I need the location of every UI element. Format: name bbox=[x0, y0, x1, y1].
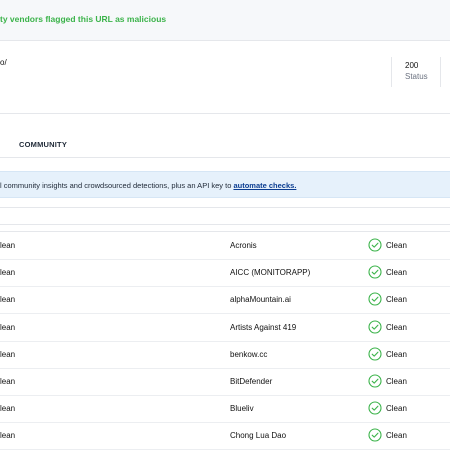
vendor-name: Blueliv bbox=[230, 404, 254, 414]
left-detection-result: lean bbox=[0, 322, 16, 332]
automate-checks-link[interactable]: automate checks. bbox=[233, 181, 296, 190]
info-text-body: l community insights and crowdsourced de… bbox=[0, 181, 234, 190]
vendor-detection-result: Clean bbox=[386, 349, 407, 359]
table-row: lean Chong Lua Dao Clean bbox=[0, 422, 450, 450]
check-circle-icon bbox=[368, 320, 382, 334]
left-detection-result: lean bbox=[0, 295, 16, 305]
vendor-name: AICC (MONITORAPP) bbox=[230, 268, 311, 278]
status-label: Status bbox=[405, 72, 428, 81]
table-row: lean AICC (MONITORAPP) Clean bbox=[0, 259, 450, 288]
vendor-name: Artists Against 419 bbox=[230, 322, 297, 332]
detection-banner: ty vendors flagged this URL as malicious bbox=[0, 0, 450, 41]
status-box: 200 Status bbox=[391, 57, 441, 87]
check-circle-icon bbox=[368, 428, 382, 442]
divider bbox=[0, 157, 450, 158]
status-code: 200 bbox=[405, 61, 419, 70]
scanned-url: o/ bbox=[0, 58, 7, 67]
divider bbox=[0, 113, 450, 114]
table-row: lean Artists Against 419 Clean bbox=[0, 314, 450, 342]
vendor-name: Acronis bbox=[230, 241, 257, 250]
vendor-name: BitDefender bbox=[230, 377, 273, 386]
table-row: lean BitDefender Clean bbox=[0, 368, 450, 396]
check-circle-icon bbox=[368, 347, 382, 361]
vendor-detection-result: Clean bbox=[386, 377, 407, 386]
detection-banner-text: ty vendors flagged this URL as malicious bbox=[0, 14, 167, 24]
left-detection-result: lean bbox=[0, 349, 16, 359]
check-circle-icon bbox=[368, 238, 382, 252]
vendor-name: Chong Lua Dao bbox=[230, 431, 287, 441]
table-row: lean alphaMountain.ai Clean bbox=[0, 286, 450, 315]
vendor-name: benkow.cc bbox=[230, 349, 268, 359]
vendor-name: alphaMountain.ai bbox=[230, 295, 291, 305]
table-row: lean Blueliv Clean bbox=[0, 395, 450, 424]
vendor-detection-result: Clean bbox=[386, 268, 407, 278]
left-detection-result: lean bbox=[0, 404, 16, 414]
table-row: lean Acronis Clean bbox=[0, 232, 450, 260]
info-bar: l community insights and crowdsourced de… bbox=[0, 171, 450, 198]
table-row: lean benkow.cc Clean bbox=[0, 341, 450, 369]
info-text: l community insights and crowdsourced de… bbox=[0, 181, 296, 190]
left-detection-result: lean bbox=[0, 431, 16, 441]
divider bbox=[0, 207, 450, 208]
left-detection-result: lean bbox=[0, 241, 16, 250]
check-circle-icon bbox=[368, 265, 382, 279]
left-detection-result: lean bbox=[0, 268, 16, 278]
left-detection-result: lean bbox=[0, 377, 16, 386]
check-circle-icon bbox=[368, 292, 382, 306]
vendor-detection-result: Clean bbox=[386, 404, 407, 414]
divider bbox=[0, 224, 450, 225]
vendor-detection-result: Clean bbox=[386, 431, 407, 441]
vendor-detection-result: Clean bbox=[386, 295, 407, 305]
vendor-detection-result: Clean bbox=[386, 241, 407, 250]
tab-community[interactable]: COMMUNITY bbox=[19, 140, 67, 149]
vendor-detection-result: Clean bbox=[386, 322, 407, 332]
check-circle-icon bbox=[368, 374, 382, 388]
check-circle-icon bbox=[368, 401, 382, 415]
